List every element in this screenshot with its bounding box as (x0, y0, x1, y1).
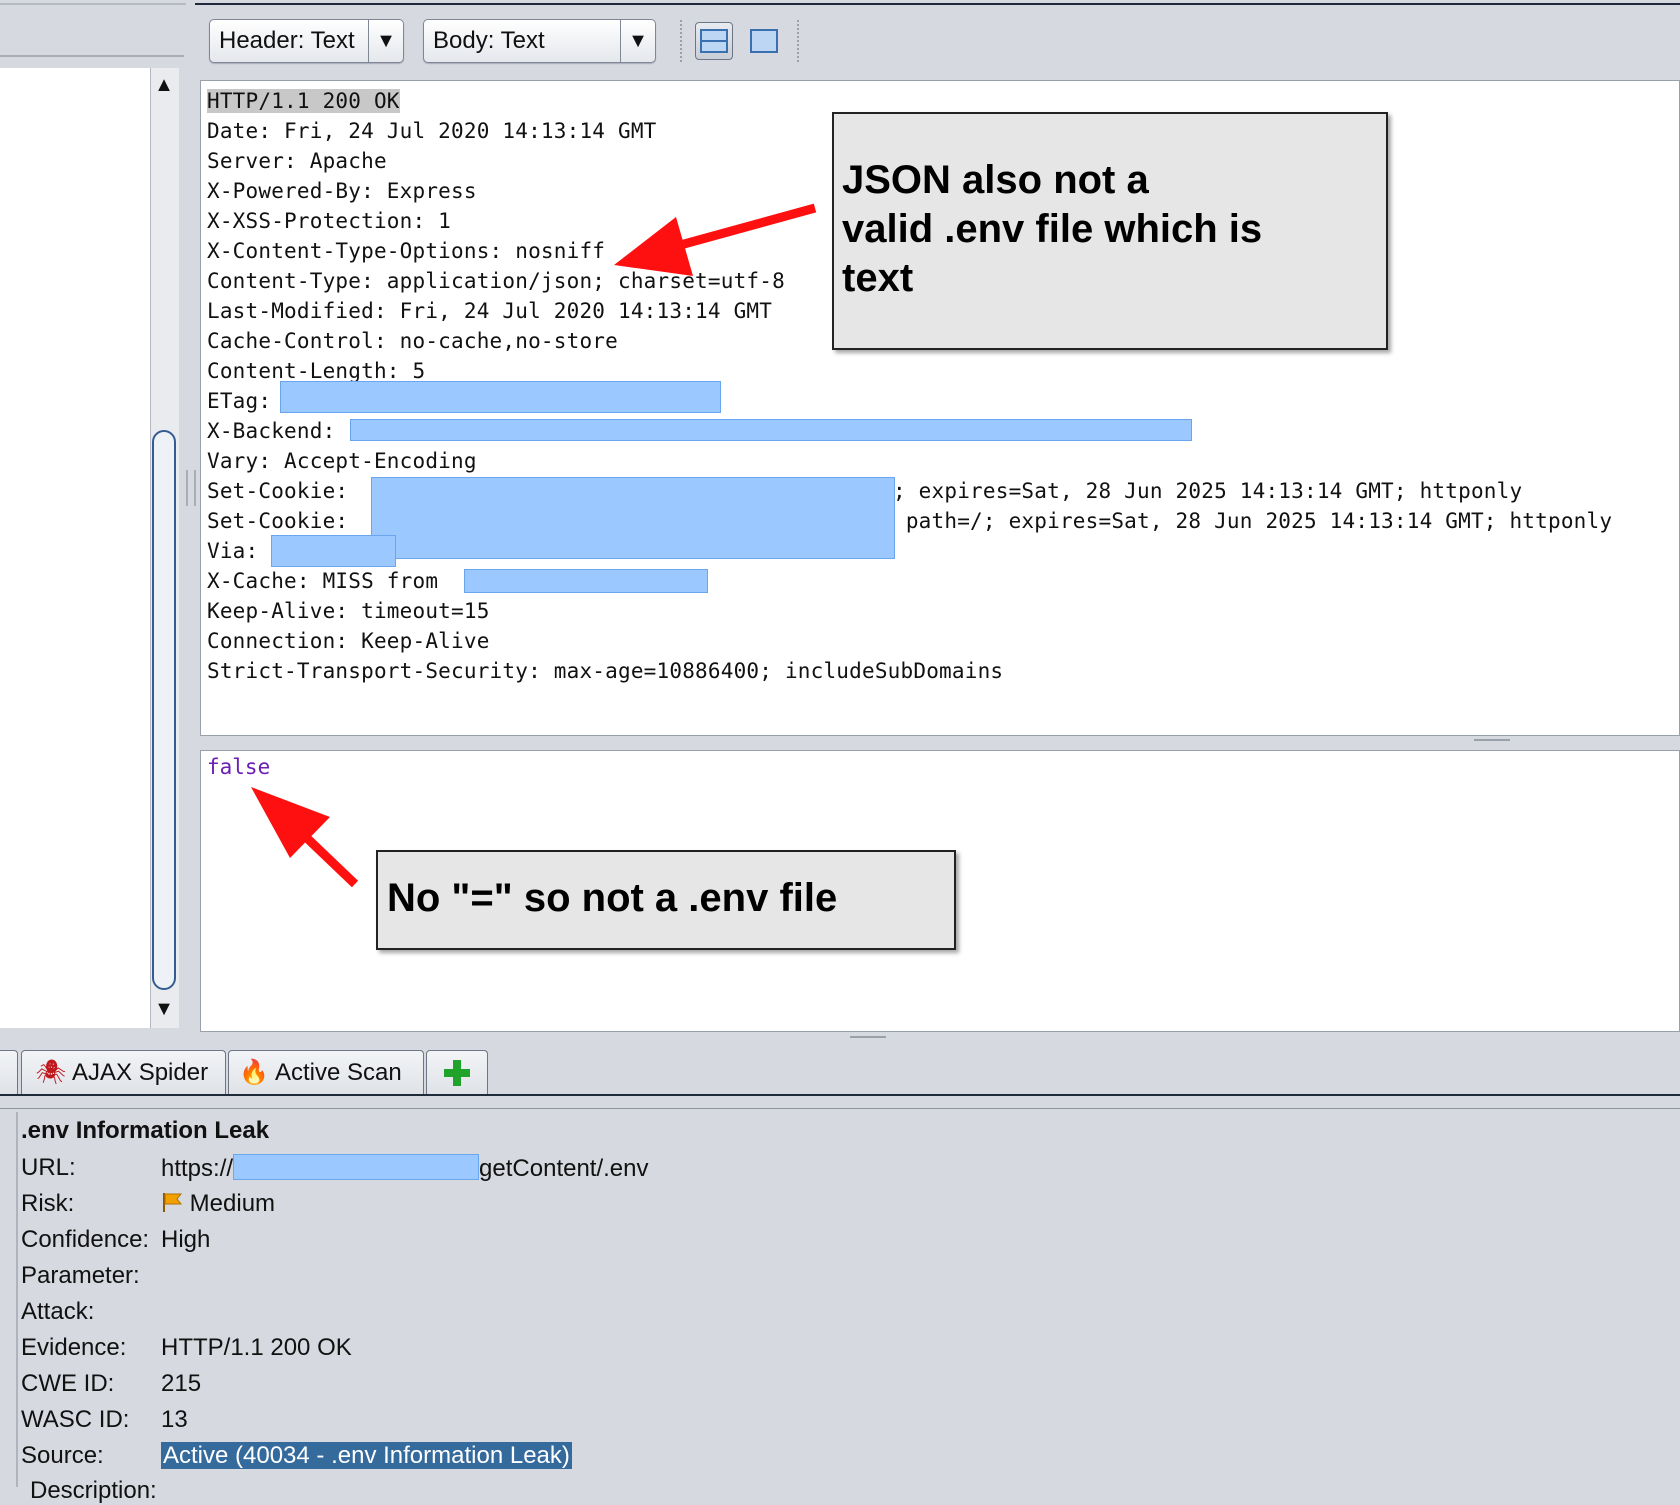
cwe-label: CWE ID: (21, 1370, 115, 1397)
red-arrow-icon (251, 787, 359, 888)
confidence-value: High (161, 1226, 211, 1253)
source-label: Source: (21, 1442, 104, 1469)
tab-label: AJAX Spider (72, 1058, 209, 1086)
wasc-value: 13 (161, 1406, 188, 1433)
parameter-label: Parameter: (21, 1262, 140, 1289)
flag-icon (163, 1193, 183, 1212)
add-tab-button[interactable] (426, 1050, 488, 1094)
red-arrow-icon (614, 203, 817, 276)
alert-panel-edge (16, 1112, 18, 1487)
url-prefix: https:// (161, 1155, 234, 1182)
confidence-label: Confidence: (21, 1226, 150, 1253)
tab-label: Active Scan (275, 1058, 402, 1086)
wasc-label: WASC ID: (21, 1406, 130, 1433)
tab-hidden[interactable] (0, 1050, 18, 1094)
alert-panel-border (0, 1108, 1680, 1109)
attack-label: Attack: (21, 1298, 95, 1325)
tab-ajax-spider[interactable]: 🕷 AJAX Spider (21, 1050, 226, 1094)
evidence-label: Evidence: (21, 1334, 127, 1361)
description-label: Description: (30, 1477, 157, 1504)
tab-active-scan[interactable]: 🔥 Active Scan (228, 1050, 424, 1094)
source-value[interactable]: Active (40034 - .env Information Leak) (161, 1442, 572, 1470)
redaction-box (233, 1154, 480, 1180)
url-value[interactable]: https:// getContent/.env (161, 1154, 649, 1183)
add-tab-icon (444, 1059, 470, 1086)
risk-text: Medium (189, 1190, 276, 1217)
alert-title: .env Information Leak (21, 1117, 270, 1144)
evidence-value: HTTP/1.1 200 OK (161, 1334, 352, 1361)
flame-icon: 🔥 (239, 1059, 269, 1086)
url-suffix: getContent/.env (479, 1155, 649, 1182)
source-text: Active (40034 - .env Information Leak) (161, 1442, 572, 1469)
cwe-value: 215 (161, 1370, 202, 1397)
url-label: URL: (21, 1154, 76, 1181)
risk-value: Medium (161, 1190, 275, 1218)
risk-label: Risk: (21, 1190, 75, 1217)
spider-icon: 🕷 (35, 1059, 67, 1086)
